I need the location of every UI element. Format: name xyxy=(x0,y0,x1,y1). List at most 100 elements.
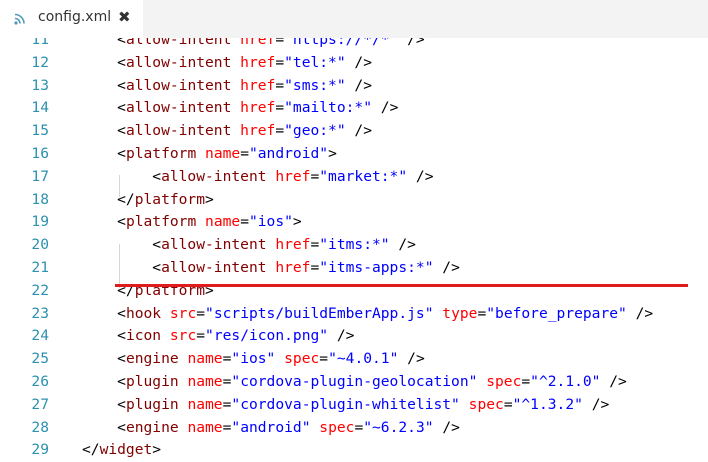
code-token: name xyxy=(205,213,241,231)
code-text: <allow-intent href="geo:*" /> xyxy=(82,120,372,143)
code-text: <allow-intent href="mailto:*" /> xyxy=(82,97,398,120)
line-number: 23 xyxy=(31,304,49,322)
code-line[interactable]: 20 <allow-intent href="itms:*" /> xyxy=(0,234,708,257)
code-token: < xyxy=(82,76,126,94)
code-line[interactable]: 21 <allow-intent href="itms-apps:*" /> xyxy=(0,257,708,280)
code-text: <platform name="ios"> xyxy=(82,211,302,234)
code-line[interactable]: 17 <allow-intent href="market:*" /> xyxy=(0,166,708,189)
code-token: "itms:*" xyxy=(319,236,390,254)
code-token: "before_prepare" xyxy=(486,304,627,322)
code-token: > xyxy=(205,190,214,208)
line-number: 13 xyxy=(31,76,49,94)
code-line[interactable]: 26 <plugin name = "cordova-plugin-geolocat… xyxy=(0,371,708,394)
code-token: < xyxy=(82,373,126,390)
code-token: platform xyxy=(125,213,197,231)
line-number: 11 xyxy=(31,38,49,48)
code-token: href xyxy=(240,122,276,140)
code-line[interactable]: 16 <platform name="android"> xyxy=(0,143,708,166)
code-token: < xyxy=(82,259,162,276)
code-token: > xyxy=(152,441,162,459)
code-token: < xyxy=(82,395,126,413)
tab-config-xml[interactable]: config.xml ✖ xyxy=(0,0,143,38)
code-token: /> xyxy=(398,38,425,48)
code-token: < xyxy=(82,236,162,254)
code-token: /> xyxy=(398,350,425,368)
code-editor[interactable]: 11 <allow-intent href="https://*/*" /> 12… xyxy=(0,38,708,462)
code-token: allow-intent xyxy=(161,167,267,185)
line-number: 27 xyxy=(31,395,49,413)
code-token: src xyxy=(169,327,197,345)
code-token: "itms-apps:*" xyxy=(319,259,434,276)
code-token: > xyxy=(292,213,302,231)
code-line[interactable]: 14 <allow-intent href="mailto:*" /> xyxy=(0,97,708,120)
code-token: "tel:*" xyxy=(284,53,346,71)
code-line[interactable]: 25 <engine name="ios" spec="~4.0.1" /> xyxy=(0,348,708,371)
code-token: spec xyxy=(284,350,320,368)
code-text: <plugin name = "cordova-plugin-geolocation… xyxy=(82,371,627,394)
code-token: "android" xyxy=(248,145,329,162)
code-token: = xyxy=(196,304,206,322)
line-number: 14 xyxy=(31,99,49,117)
code-token: /> xyxy=(328,327,355,345)
code-token: /> xyxy=(600,373,627,390)
code-token: = xyxy=(240,145,249,162)
code-text: <allow-intent href="market:*" /> xyxy=(82,166,433,189)
code-token: /> xyxy=(433,259,460,276)
code-line[interactable]: 12 <allow-intent href="tel:*" /> xyxy=(0,52,708,75)
code-text: <allow-intent href="sms:*" /> xyxy=(82,75,372,98)
line-number: 19 xyxy=(31,213,49,231)
code-token: /> xyxy=(389,236,416,254)
code-token: < xyxy=(82,145,126,162)
code-line[interactable]: 19 <platform name="ios"> xyxy=(0,211,708,234)
code-line[interactable]: 28 <engine name="android" spec="~6.2.3" … xyxy=(0,417,708,440)
line-number: 22 xyxy=(31,281,49,299)
code-token: "res/icon.png" xyxy=(205,327,329,345)
code-token: </ xyxy=(82,190,135,208)
code-token: /> xyxy=(433,418,460,436)
close-icon[interactable]: ✖ xyxy=(118,8,131,26)
code-line[interactable]: 24 <icon src="res/icon.png" /> xyxy=(0,325,708,348)
code-token: "scripts/buildEmberApp.js" xyxy=(205,304,434,322)
code-token: engine xyxy=(125,350,179,368)
code-text: <icon src="res/icon.png" /> xyxy=(82,325,354,348)
code-text: <hook src="scripts/buildEmberApp.js" typ… xyxy=(82,303,653,326)
code-token: href xyxy=(275,259,311,276)
code-line[interactable]: 27 <plugin name = "cordova-plugin-whitelis… xyxy=(0,394,708,417)
code-line[interactable]: 29 </widget> xyxy=(0,439,708,462)
code-token: > xyxy=(328,145,337,162)
code-token: "~4.0.1" xyxy=(328,350,399,368)
code-text: <engine name="ios" spec="~4.0.1" /> xyxy=(82,348,425,371)
code-token: = xyxy=(310,236,320,254)
editor-tab-bar: config.xml ✖ xyxy=(0,0,708,38)
code-token: "^2.1.0" xyxy=(530,373,601,390)
code-token: allow-intent xyxy=(125,99,232,117)
code-line[interactable]: 18 </platform> xyxy=(0,189,708,212)
code-token: = xyxy=(275,99,285,117)
code-line[interactable]: 11 <allow-intent href="https://*/*" /> xyxy=(0,38,708,52)
code-token: spec xyxy=(468,395,504,413)
code-token: < xyxy=(82,122,126,140)
code-token: < xyxy=(82,99,126,117)
code-line[interactable]: 13 <allow-intent href="sms:*" /> xyxy=(0,75,708,98)
code-token: < xyxy=(82,53,126,71)
code-token: type xyxy=(442,304,478,322)
code-token: "cordova-plugin-whitelist" xyxy=(231,395,460,413)
code-token: allow-intent xyxy=(161,259,267,276)
code-line[interactable]: 23 <hook src="scripts/buildEmberApp.js" … xyxy=(0,303,708,326)
code-token: engine xyxy=(125,418,179,436)
code-token: < xyxy=(82,327,126,345)
rss-icon xyxy=(14,11,26,25)
line-number: 18 xyxy=(31,190,49,208)
code-line[interactable]: 15 <allow-intent href="geo:*" /> xyxy=(0,120,708,143)
line-number: 20 xyxy=(31,236,49,254)
code-token: = xyxy=(240,213,249,231)
code-token: widget xyxy=(99,441,153,459)
code-token: "geo:*" xyxy=(284,122,346,140)
